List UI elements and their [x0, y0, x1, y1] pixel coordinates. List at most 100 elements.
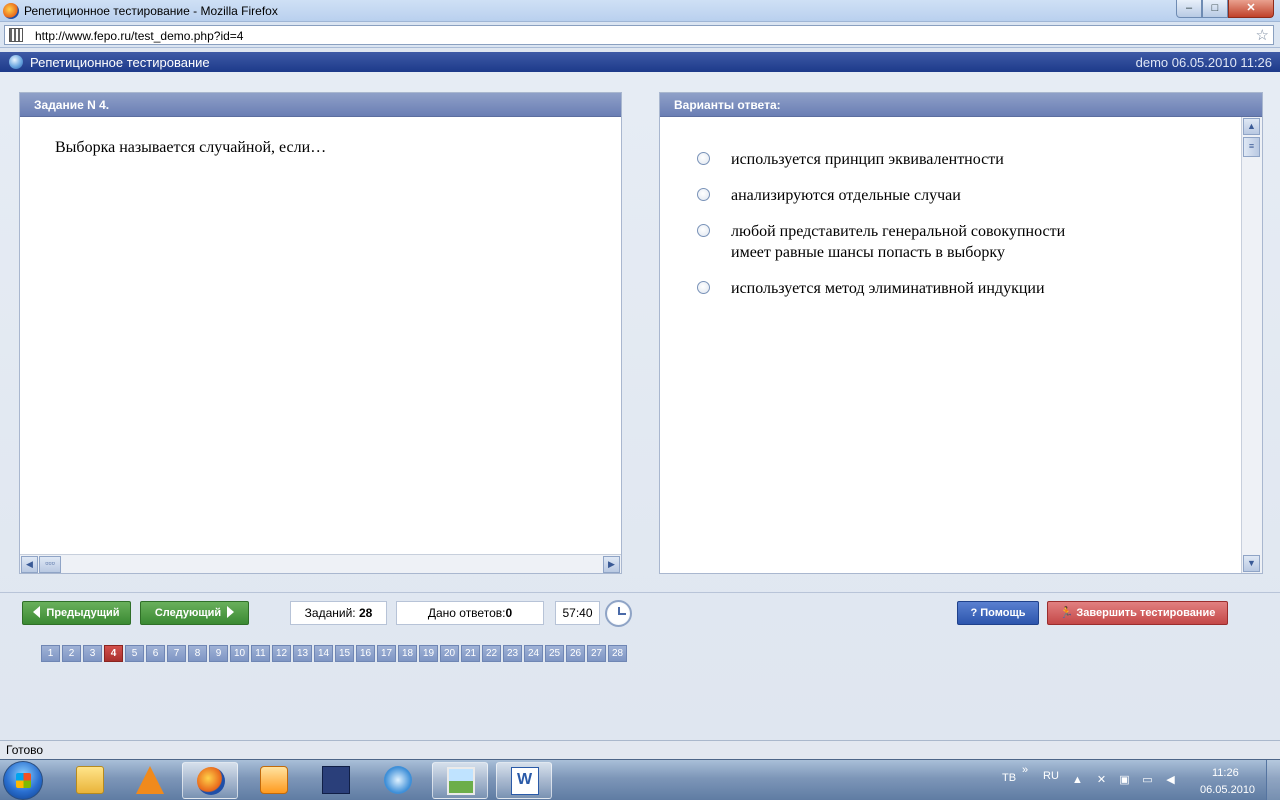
horizontal-scrollbar[interactable]: ◀ ▫▫▫ ▶ — [20, 554, 621, 573]
radio-button[interactable] — [697, 188, 710, 201]
page-button-8[interactable]: 8 — [188, 645, 207, 662]
taskbar-itunes[interactable] — [370, 762, 426, 799]
word-icon — [511, 767, 539, 795]
page-button-16[interactable]: 16 — [356, 645, 375, 662]
next-button[interactable]: Следующий — [140, 601, 249, 625]
page-button-15[interactable]: 15 — [335, 645, 354, 662]
radio-button[interactable] — [697, 152, 710, 165]
help-button[interactable]: ? Помощь — [957, 601, 1039, 625]
answer-option[interactable]: используется принцип эквивалентности — [697, 149, 1177, 170]
answer-option-text: анализируются отдельные случаи — [731, 187, 961, 204]
maximize-button[interactable]: □ — [1202, 0, 1228, 18]
taskbar-explorer[interactable] — [62, 762, 118, 799]
page-button-18[interactable]: 18 — [398, 645, 417, 662]
page-button-14[interactable]: 14 — [314, 645, 333, 662]
arrow-right-icon — [227, 606, 235, 618]
taskbar-save[interactable] — [308, 762, 364, 799]
lang-expand-icon[interactable]: » — [1022, 764, 1028, 776]
page-button-22[interactable]: 22 — [482, 645, 501, 662]
url-field[interactable]: http://www.fepo.ru/test_demo.php?id=4 ☆ — [4, 25, 1274, 45]
page-button-9[interactable]: 9 — [209, 645, 228, 662]
answer-options: используется принцип эквивалентности ана… — [697, 149, 1177, 314]
address-bar: http://www.fepo.ru/test_demo.php?id=4 ☆ — [0, 22, 1280, 48]
bookmark-star-icon[interactable]: ☆ — [1256, 26, 1269, 44]
scroll-thumb[interactable]: ≡ — [1243, 137, 1260, 157]
answer-option-text-line2: имеет равные шансы попасть в выборку — [731, 244, 1005, 261]
answers-label: Дано ответов: — [427, 606, 506, 620]
lang-ru[interactable]: RU — [1043, 770, 1059, 782]
page-button-24[interactable]: 24 — [524, 645, 543, 662]
vertical-scrollbar[interactable]: ▲ ≡ ▼ — [1241, 117, 1262, 573]
finish-label: Завершить тестирование — [1076, 607, 1216, 619]
finish-test-button[interactable]: 🏃 Завершить тестирование — [1047, 601, 1228, 625]
answer-option[interactable]: используется метод элиминативной индукци… — [697, 278, 1177, 299]
page-button-7[interactable]: 7 — [167, 645, 186, 662]
page-button-28[interactable]: 28 — [608, 645, 627, 662]
tray-expand-icon[interactable]: ▲ — [1071, 774, 1084, 787]
radio-button[interactable] — [697, 224, 710, 237]
scroll-down-button[interactable]: ▼ — [1243, 555, 1260, 572]
page-button-4[interactable]: 4 — [104, 645, 123, 662]
page-button-11[interactable]: 11 — [251, 645, 270, 662]
answer-option-text: используется метод элиминативной индукци… — [731, 280, 1045, 297]
task-header: Задание N 4. — [20, 93, 621, 117]
vlc-icon — [136, 766, 164, 794]
show-desktop-button[interactable] — [1266, 760, 1280, 800]
clock-icon — [605, 600, 632, 627]
lang-tv[interactable]: ТВ — [1002, 772, 1016, 784]
page-button-20[interactable]: 20 — [440, 645, 459, 662]
scroll-up-button[interactable]: ▲ — [1243, 118, 1260, 135]
page-button-2[interactable]: 2 — [62, 645, 81, 662]
page-button-17[interactable]: 17 — [377, 645, 396, 662]
answers-count-box: Дано ответов:0 — [396, 601, 544, 625]
page-button-3[interactable]: 3 — [83, 645, 102, 662]
network-icon[interactable]: ✕ — [1095, 774, 1108, 787]
taskbar-word[interactable] — [496, 762, 552, 799]
minimize-button[interactable]: – — [1176, 0, 1202, 18]
question-text: Выборка называется случайной, если… — [55, 139, 327, 156]
radio-button[interactable] — [697, 281, 710, 294]
page-button-6[interactable]: 6 — [146, 645, 165, 662]
page-button-19[interactable]: 19 — [419, 645, 438, 662]
tray-date[interactable]: 06.05.2010 — [1200, 784, 1255, 796]
answers-header: Варианты ответа: — [660, 93, 1262, 117]
status-bar: Готово — [0, 740, 1280, 759]
scroll-right-button[interactable]: ▶ — [603, 556, 620, 573]
window-titlebar: Репетиционное тестирование - Mozilla Fir… — [0, 0, 1280, 22]
taskbar-picture-viewer[interactable] — [432, 762, 488, 799]
taskbar-media-player[interactable] — [246, 762, 302, 799]
scroll-left-button[interactable]: ◀ — [21, 556, 38, 573]
answer-option[interactable]: любой представитель генеральной совокупн… — [697, 221, 1177, 263]
page-button-13[interactable]: 13 — [293, 645, 312, 662]
page-button-10[interactable]: 10 — [230, 645, 249, 662]
page-button-1[interactable]: 1 — [41, 645, 60, 662]
answer-option-text-line1: любой представитель генеральной совокупн… — [731, 223, 1066, 240]
page-button-25[interactable]: 25 — [545, 645, 564, 662]
start-button[interactable] — [3, 761, 43, 800]
timer: 57:40 — [555, 601, 600, 625]
tasks-count: 28 — [358, 606, 373, 620]
answer-option[interactable]: анализируются отдельные случаи — [697, 185, 1177, 206]
next-label: Следующий — [154, 607, 222, 619]
page-button-23[interactable]: 23 — [503, 645, 522, 662]
page-button-27[interactable]: 27 — [587, 645, 606, 662]
page-button-26[interactable]: 26 — [566, 645, 585, 662]
page-button-21[interactable]: 21 — [461, 645, 480, 662]
previous-button[interactable]: Предыдущий — [22, 601, 131, 625]
taskbar-vlc[interactable] — [122, 762, 178, 799]
device-icon[interactable]: ▣ — [1118, 774, 1131, 787]
answers-panel: Варианты ответа: используется принцип эк… — [659, 92, 1263, 574]
taskbar-firefox[interactable] — [182, 762, 238, 799]
tray-time[interactable]: 11:26 — [1212, 767, 1239, 779]
page-button-12[interactable]: 12 — [272, 645, 291, 662]
page-button-5[interactable]: 5 — [125, 645, 144, 662]
scroll-thumb[interactable]: ▫▫▫ — [39, 556, 61, 573]
display-icon[interactable]: ▭ — [1141, 774, 1154, 787]
tasks-count-box: Заданий: 28 — [290, 601, 387, 625]
firefox-icon — [3, 3, 19, 19]
url-text[interactable]: http://www.fepo.ru/test_demo.php?id=4 — [35, 29, 243, 43]
close-button[interactable]: ✕ — [1228, 0, 1274, 18]
tasks-label: Заданий: — [304, 606, 359, 620]
window-title: Репетиционное тестирование - Mozilla Fir… — [24, 4, 278, 18]
volume-icon[interactable]: ◀ — [1164, 774, 1177, 787]
